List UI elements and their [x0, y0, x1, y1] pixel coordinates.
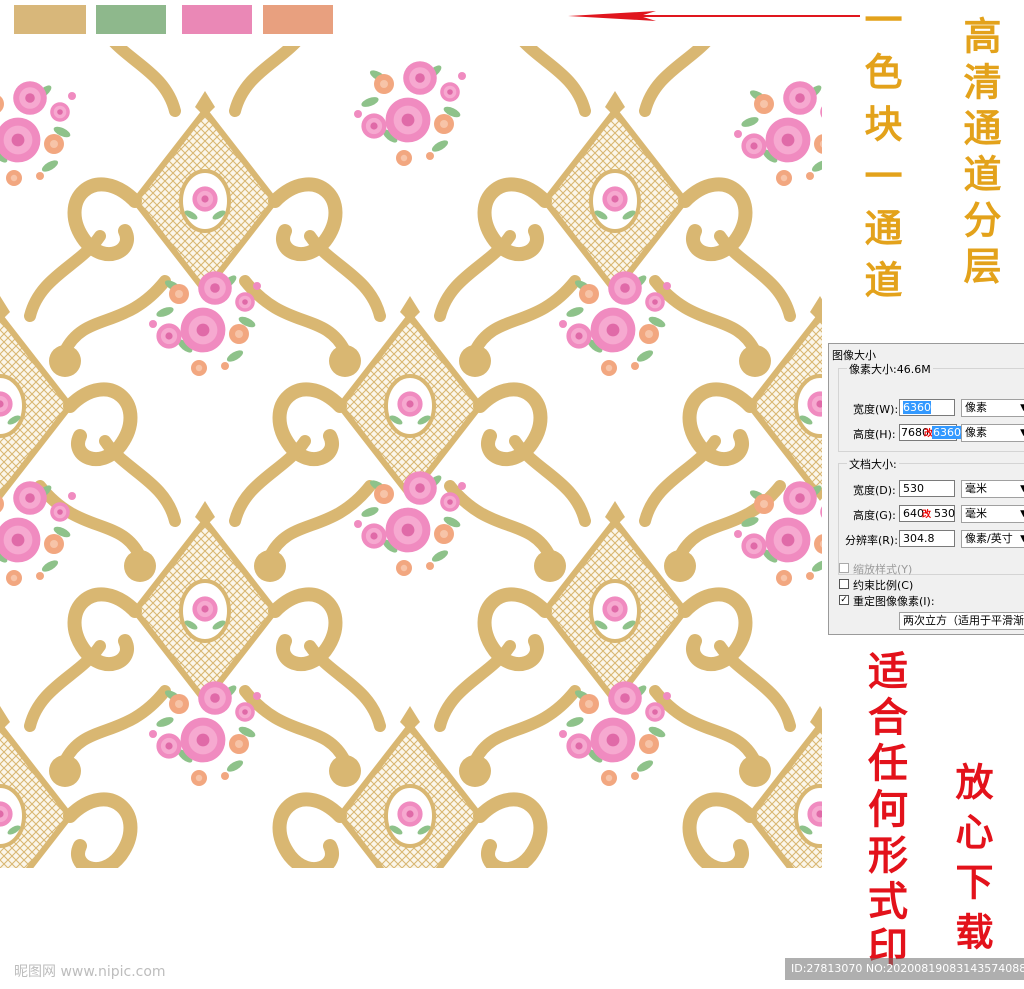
width-label: 宽度(W):	[853, 403, 899, 416]
resample-method-select[interactable]: 两次立方（适用于平滑渐变	[899, 612, 1024, 630]
annotation-red-right: 放心下载	[949, 762, 994, 962]
red-arrow-icon	[568, 11, 860, 21]
doc-width-unit-select[interactable]: 毫米▼	[961, 480, 1024, 498]
image-size-dialog: 图像大小 像素大小:46.6M 宽度(W): 6360 像素▼ 高度(H): 7…	[828, 343, 1024, 635]
doc-group-label: 文档大小:	[847, 456, 899, 472]
height-unit-select[interactable]: 像素▼	[961, 424, 1024, 442]
doc-height-new-value: 530	[934, 507, 955, 520]
annotation-red-left: 适合任何形式印	[861, 650, 908, 972]
width-input[interactable]: 6360	[899, 399, 955, 416]
annotation-gold-right: 高清通道分层	[957, 16, 1002, 292]
constrain-proportions-label: 约束比例(C)	[853, 579, 914, 592]
resolution-label: 分辨率(R):	[845, 534, 898, 547]
damask-floral-pattern	[0, 46, 822, 868]
resample-label: 重定图像像素(I):	[853, 595, 935, 608]
color-swatch-green	[96, 5, 166, 34]
doc-height-label: 高度(G):	[853, 509, 896, 522]
doc-width-input[interactable]: 530	[899, 480, 955, 497]
doc-height-unit-select[interactable]: 毫米▼	[961, 505, 1024, 523]
doc-height-edit-mark: 改	[922, 510, 932, 520]
scale-styles-checkbox[interactable]	[839, 563, 849, 573]
constrain-proportions-checkbox[interactable]	[839, 579, 849, 589]
color-swatch-pink	[182, 5, 252, 34]
resample-checkbox[interactable]: ✓	[839, 595, 849, 605]
resolution-input[interactable]: 304.8	[899, 530, 955, 547]
image-id-bar: ID:27813070 NO:20200819083143574088	[785, 958, 1024, 980]
scale-styles-label: 缩放样式(Y)	[853, 563, 913, 576]
resolution-unit-select[interactable]: 像素/英寸▼	[961, 530, 1024, 548]
width-unit-select[interactable]: 像素▼	[961, 399, 1024, 417]
nipic-watermark: 昵图网 www.nipic.com	[14, 964, 166, 980]
annotation-gold-left: 一色块一通道	[858, 0, 903, 312]
doc-width-label: 宽度(D):	[853, 484, 896, 497]
height-label: 高度(H):	[853, 428, 896, 441]
height-new-value: 6360	[932, 426, 962, 439]
color-swatch-gold	[14, 5, 86, 34]
pixel-group-label: 像素大小:46.6M	[847, 361, 933, 377]
color-swatch-peach	[263, 5, 333, 34]
